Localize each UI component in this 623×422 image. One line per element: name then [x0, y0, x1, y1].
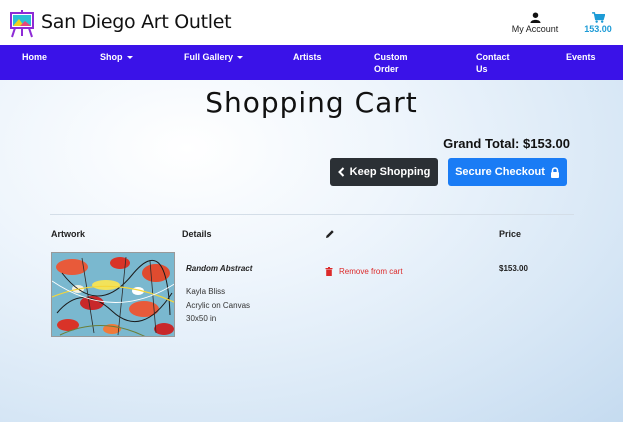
nav-home-label: Home [22, 52, 48, 62]
keep-shopping-button[interactable]: Keep Shopping [330, 158, 438, 186]
header-price: Price [499, 229, 522, 239]
remove-from-cart-label: Remove from cart [339, 267, 403, 276]
header-artwork: Artwork [51, 229, 86, 239]
trash-icon [325, 267, 333, 276]
nav-events-label: Events [566, 52, 596, 62]
shopping-cart-icon [591, 12, 605, 23]
nav-shop-label: Shop [100, 52, 123, 62]
item-price: $153.00 [499, 264, 528, 273]
remove-from-cart-button[interactable]: Remove from cart [325, 267, 403, 276]
chevron-left-icon [337, 167, 344, 177]
artwork-size: 30x50 in [186, 314, 217, 323]
cart-total: 153.00 [584, 24, 612, 34]
secure-checkout-button[interactable]: Secure Checkout [448, 158, 567, 186]
nav-shop[interactable]: Shop [100, 51, 133, 63]
nav-full-gallery[interactable]: Full Gallery [184, 51, 244, 63]
nav-events[interactable]: Events [566, 51, 596, 63]
cart-link[interactable]: 153.00 [578, 12, 618, 34]
my-account-link[interactable]: My Account [505, 12, 565, 34]
artist-name: Kayla Bliss [186, 287, 226, 296]
grand-total: Grand Total: $153.00 [443, 136, 570, 151]
keep-shopping-label: Keep Shopping [349, 166, 431, 178]
artwork-medium: Acrylic on Canvas [186, 301, 251, 310]
abstract-painting-image [52, 253, 174, 336]
caret-down-icon [237, 56, 244, 60]
nav-home[interactable]: Home [22, 51, 47, 63]
artwork-title[interactable]: Random Abstract [186, 264, 252, 273]
brand-name[interactable]: San Diego Art Outlet [41, 11, 232, 33]
nav-custom-order[interactable]: Custom Order [374, 51, 416, 75]
my-account-label: My Account [511, 24, 559, 34]
cart-page-background [0, 80, 623, 422]
site-header: San Diego Art Outlet My Account 153.00 [0, 0, 623, 45]
nav-artists[interactable]: Artists [293, 51, 322, 63]
nav-contact-us[interactable]: Contact Us [476, 51, 516, 75]
nav-custom-order-label: Custom Order [374, 52, 408, 74]
caret-down-icon [126, 56, 133, 60]
lock-icon [550, 166, 559, 178]
table-divider [50, 214, 574, 215]
secure-checkout-label: Secure Checkout [455, 166, 545, 178]
nav-contact-us-label: Contact Us [476, 52, 510, 74]
pencil-edit-icon[interactable] [325, 229, 335, 239]
nav-artists-label: Artists [293, 52, 322, 62]
header-details: Details [182, 229, 212, 239]
artwork-thumbnail[interactable] [51, 252, 175, 337]
nav-full-gallery-label: Full Gallery [184, 52, 234, 62]
page-title: Shopping Cart [205, 86, 418, 119]
main-nav: Home Shop Full Gallery Artists Custom Or… [0, 45, 623, 80]
easel-logo-icon[interactable] [9, 10, 35, 38]
user-icon [529, 12, 541, 23]
